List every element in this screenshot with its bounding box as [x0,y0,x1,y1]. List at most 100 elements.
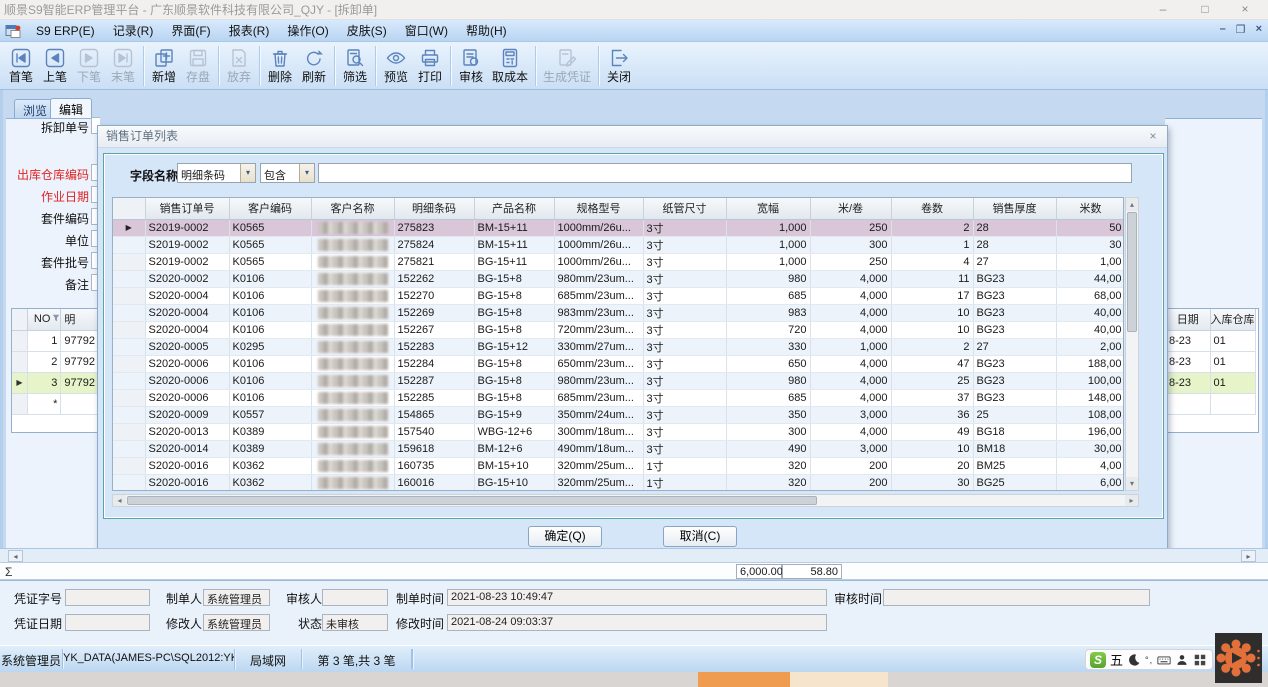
ok-button[interactable]: 确定(Q) [528,526,602,547]
grid-horizontal-scrollbar[interactable]: ◂ ▸ [112,494,1139,507]
toolbar-button-first[interactable]: 首笔 [4,44,38,88]
table-row[interactable]: 8-2301 [1166,372,1255,393]
grid-vertical-scrollbar[interactable]: ▴ ▾ [1125,197,1139,491]
table-row[interactable]: S2020-0006K0106152287BG-15+8980mm/23um..… [113,372,1124,389]
toolbox-grid-icon[interactable] [1193,653,1207,667]
toolbar-button-preview[interactable]: 预览 [379,44,413,88]
table-row[interactable]: S2019-0002K0565275824BM-15+111000mm/26u.… [113,236,1124,253]
table-row[interactable]: S2020-0006K0106152285BG-15+8685mm/23um..… [113,389,1124,406]
scroll-up-icon[interactable]: ▴ [1126,198,1138,211]
grid-col-7[interactable]: 宽幅 [726,198,810,219]
table-row[interactable]: ▶397792 [12,372,99,393]
right-grid-col-date[interactable]: 日期 [1166,309,1210,330]
sogou-icon[interactable]: S [1090,652,1106,668]
table-row[interactable]: ▶S2019-0002K0565275823BM-15+111000mm/26u… [113,219,1124,236]
toolbar-button-cost[interactable]: 取成本 [488,44,532,88]
toolbar-button-audit[interactable]: 审核 [454,44,488,88]
menu-item[interactable]: 操作(O) [278,21,337,41]
toolbar-button-add[interactable]: 新增 [147,44,181,88]
taskbar-sliver [0,672,1268,687]
table-row[interactable]: S2020-0013K0389157540WBG-12+6300mm/18um.… [113,423,1124,440]
ime-mode-label[interactable]: 五 [1110,650,1123,669]
tab-edit[interactable]: 编辑 [50,98,92,118]
table-row[interactable]: * [12,393,99,414]
table-row[interactable]: S2020-0006K0106152284BG-15+8650mm/23um..… [113,355,1124,372]
menu-item[interactable]: 帮助(H) [457,21,516,41]
sales-order-grid[interactable]: 销售订单号客户编码客户名称明细条码产品名称规格型号纸管尺寸宽幅米/卷卷数销售厚度… [112,197,1124,491]
mdi-close-button[interactable]: × [1256,23,1262,36]
cancel-button[interactable]: 取消(C) [663,526,737,547]
scroll-right-icon[interactable]: ▸ [1241,550,1256,562]
close-button[interactable]: × [1226,0,1264,20]
taskbar-button[interactable] [790,672,888,687]
toolbar-button-print[interactable]: 打印 [413,44,447,88]
toolbar-button-close[interactable]: 关闭 [602,44,636,88]
menu-item[interactable]: S9 ERP(E) [27,21,104,41]
form-label-3: 套件编码 [5,210,89,227]
table-row[interactable]: S2020-0009K0557154865BG-15+9350mm/24um..… [113,406,1124,423]
vscroll-thumb[interactable] [1127,212,1137,332]
toolbar-button-filter[interactable]: 筛选 [338,44,372,88]
left-grid-col-no[interactable]: NO [27,309,61,330]
toolbar-button-delete[interactable]: 删除 [263,44,297,88]
person-icon[interactable] [1175,653,1189,667]
dialog-close-icon[interactable]: × [1145,129,1161,145]
maximize-button[interactable]: □ [1186,0,1224,20]
taskbar-active-button[interactable] [698,672,790,687]
brand-logo[interactable] [1215,633,1262,683]
left-grid-col-code[interactable]: 明 [61,309,99,330]
grid-col-4[interactable]: 产品名称 [474,198,554,219]
menu-item[interactable]: 窗口(W) [396,21,457,41]
table-row[interactable]: S2019-0002K0565275821BG-15+111000mm/26u.… [113,253,1124,270]
toolbar-button-refresh[interactable]: 刷新 [297,44,331,88]
grid-col-6[interactable]: 纸管尺寸 [643,198,726,219]
table-row[interactable]: S2020-0016K0362160016BG-15+10320mm/25um.… [113,474,1124,491]
table-row[interactable]: S2020-0004K0106152270BG-15+8685mm/23um..… [113,287,1124,304]
toolbar-button-prev[interactable]: 上笔 [38,44,72,88]
menu-item[interactable]: 界面(F) [162,21,219,41]
table-row[interactable]: S2020-0002K0106152262BG-15+8980mm/23um..… [113,270,1124,287]
scroll-left-icon[interactable]: ◂ [8,550,23,562]
table-row[interactable]: S2020-0004K0106152269BG-15+8983mm/23um..… [113,304,1124,321]
filter-value-input[interactable] [318,163,1132,183]
table-row[interactable]: 297792 [12,351,99,372]
grid-col-1[interactable]: 客户编码 [229,198,311,219]
scroll-down-icon[interactable]: ▾ [1126,477,1138,490]
mdi-minimize-button[interactable]: – [1220,23,1226,36]
minimize-button[interactable]: – [1144,0,1182,20]
grid-col-2[interactable]: 客户名称 [311,198,394,219]
filter-funnel-icon[interactable] [52,313,60,321]
hscroll-thumb[interactable] [127,496,817,505]
grid-col-5[interactable]: 规格型号 [554,198,643,219]
table-row[interactable]: S2020-0004K0106152267BG-15+8720mm/23um..… [113,321,1124,338]
right-grid-col-warehouse[interactable]: 入库仓库 [1210,309,1255,330]
grid-col-3[interactable]: 明细条码 [394,198,474,219]
detail-grid-right[interactable]: 日期入库仓库8-23018-23018-2301 [1165,308,1259,433]
scroll-right-icon[interactable]: ▸ [1125,495,1138,506]
table-row[interactable]: S2020-0016K0362160735BM-15+10320mm/25um.… [113,457,1124,474]
table-row[interactable]: 197792 [12,330,99,351]
toolbar-button-last: 末笔 [106,44,140,88]
field-select[interactable]: 明细条码 ▾ [177,163,256,183]
grid-col-8[interactable]: 米/卷 [810,198,891,219]
grid-col-9[interactable]: 卷数 [891,198,973,219]
scroll-left-icon[interactable]: ◂ [113,495,126,506]
chevron-down-icon[interactable]: ▾ [299,164,314,182]
table-row[interactable]: S2020-0014K0389159618BM-12+6490mm/18um..… [113,440,1124,457]
operator-select[interactable]: 包含 ▾ [260,163,315,183]
punctuation-icon[interactable]: °, [1145,655,1153,665]
table-row[interactable]: 8-2301 [1166,330,1255,351]
chevron-down-icon[interactable]: ▾ [240,164,255,182]
moon-icon[interactable] [1127,653,1141,667]
menu-item[interactable]: 报表(R) [220,21,279,41]
grid-col-11[interactable]: 米数 [1056,198,1124,219]
menu-item[interactable]: 记录(R) [104,21,163,41]
grid-col-0[interactable]: 销售订单号 [145,198,229,219]
mdi-restore-button[interactable]: ❐ [1236,23,1246,36]
detail-grid-left[interactable]: NO明197792297792▶397792* [11,308,100,433]
keyboard-icon[interactable] [1157,653,1171,667]
table-row[interactable]: S2020-0005K0295152283BG-15+12330mm/27um.… [113,338,1124,355]
grid-col-10[interactable]: 销售厚度 [973,198,1056,219]
table-row[interactable]: 8-2301 [1166,351,1255,372]
menu-item[interactable]: 皮肤(S) [338,21,396,41]
